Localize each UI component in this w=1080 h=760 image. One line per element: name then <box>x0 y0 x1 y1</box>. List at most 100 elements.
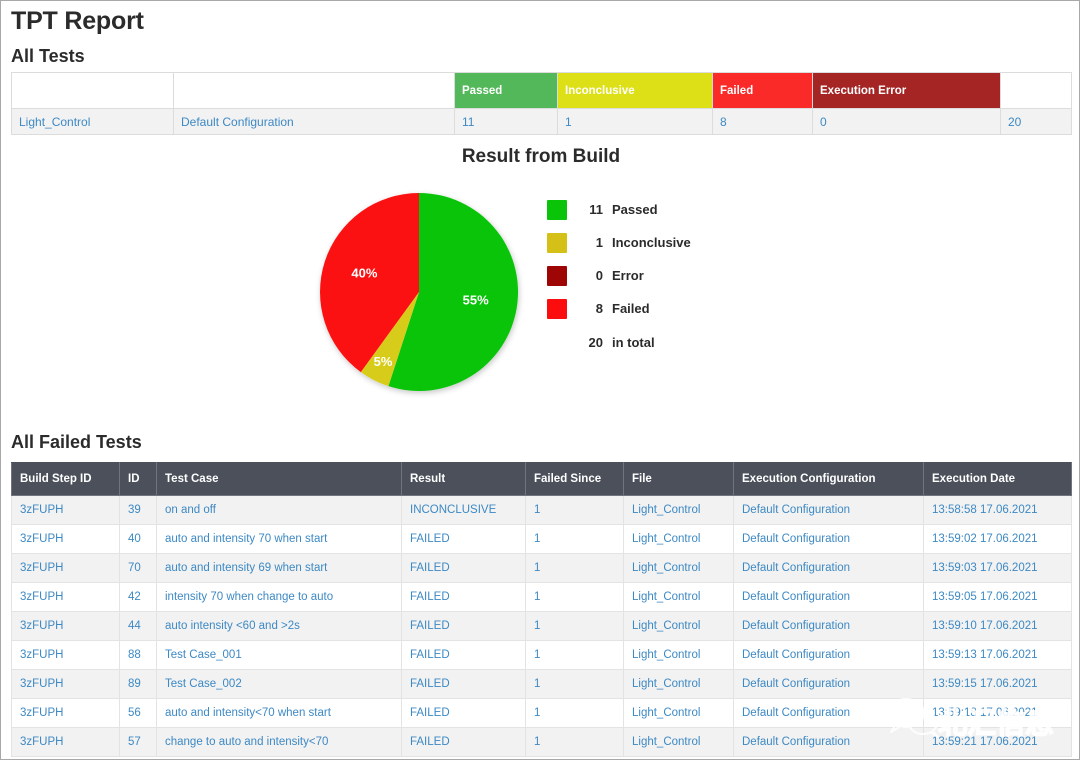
cell-result[interactable]: FAILED <box>401 553 526 583</box>
summary-cell-inconclusive[interactable]: 1 <box>557 108 713 135</box>
cell-failed-since[interactable]: 1 <box>525 553 624 583</box>
cell-build-step-id[interactable]: 3zFUPH <box>11 669 120 699</box>
summary-cell-execution-error[interactable]: 0 <box>812 108 1001 135</box>
cell-failed-since[interactable]: 1 <box>525 669 624 699</box>
cell-test-case[interactable]: Test Case_002 <box>156 669 402 699</box>
table-row: Light_Control Default Configuration 11 1… <box>11 108 1072 135</box>
cell-test-case[interactable]: change to auto and intensity<70 <box>156 727 402 757</box>
cell-failed-since[interactable]: 1 <box>525 640 624 670</box>
cell-id[interactable]: 89 <box>119 669 157 699</box>
cell-execution-configuration[interactable]: Default Configuration <box>733 553 924 583</box>
chart-title: Result from Build <box>461 146 621 167</box>
cell-execution-date[interactable]: 13:59:02 17.06.2021 <box>923 524 1072 554</box>
summary-header-inconclusive: Inconclusive <box>557 72 713 109</box>
failed-header-execution-configuration[interactable]: Execution Configuration <box>733 462 924 496</box>
cell-id[interactable]: 40 <box>119 524 157 554</box>
cell-result[interactable]: INCONCLUSIVE <box>401 495 526 525</box>
failed-header-failed-since[interactable]: Failed Since <box>525 462 624 496</box>
cell-execution-date[interactable]: 13:59:10 17.06.2021 <box>923 611 1072 641</box>
cell-result[interactable]: FAILED <box>401 524 526 554</box>
cell-failed-since[interactable]: 1 <box>525 727 624 757</box>
cell-execution-configuration[interactable]: Default Configuration <box>733 727 924 757</box>
cell-execution-configuration[interactable]: Default Configuration <box>733 524 924 554</box>
cell-build-step-id[interactable]: 3zFUPH <box>11 553 120 583</box>
cell-id[interactable]: 42 <box>119 582 157 612</box>
cell-build-step-id[interactable]: 3zFUPH <box>11 524 120 554</box>
cell-build-step-id[interactable]: 3zFUPH <box>11 495 120 525</box>
summary-cell-configuration[interactable]: Default Configuration <box>173 108 455 135</box>
cell-build-step-id[interactable]: 3zFUPH <box>11 640 120 670</box>
legend-item-failed: 8 Failed <box>547 292 807 325</box>
summary-cell-failed[interactable]: 8 <box>712 108 813 135</box>
failed-header-id[interactable]: ID <box>119 462 157 496</box>
cell-file[interactable]: Light_Control <box>623 669 734 699</box>
cell-test-case[interactable]: auto and intensity<70 when start <box>156 698 402 728</box>
summary-header-total <box>1000 72 1072 109</box>
cell-build-step-id[interactable]: 3zFUPH <box>11 698 120 728</box>
cell-execution-configuration[interactable]: Default Configuration <box>733 611 924 641</box>
cell-id[interactable]: 56 <box>119 698 157 728</box>
cell-failed-since[interactable]: 1 <box>525 582 624 612</box>
cell-id[interactable]: 39 <box>119 495 157 525</box>
cell-result[interactable]: FAILED <box>401 698 526 728</box>
cell-execution-configuration[interactable]: Default Configuration <box>733 582 924 612</box>
cell-file[interactable]: Light_Control <box>623 553 734 583</box>
cell-result[interactable]: FAILED <box>401 640 526 670</box>
failed-header-test-case[interactable]: Test Case <box>156 462 402 496</box>
cell-test-case[interactable]: auto and intensity 69 when start <box>156 553 402 583</box>
cell-failed-since[interactable]: 1 <box>525 611 624 641</box>
cell-execution-date[interactable]: 13:59:03 17.06.2021 <box>923 553 1072 583</box>
cell-test-case[interactable]: Test Case_001 <box>156 640 402 670</box>
failed-header-row: Build Step ID ID Test Case Result Failed… <box>11 462 1072 496</box>
cell-execution-configuration[interactable]: Default Configuration <box>733 495 924 525</box>
all-tests-heading: All Tests <box>11 46 85 66</box>
cell-execution-date[interactable]: 13:59:13 17.06.2021 <box>923 640 1072 670</box>
table-row: 3zFUPH 39 on and off INCONCLUSIVE 1 Light_Con… <box>11 495 1072 525</box>
failed-header-execution-date[interactable]: Execution Date <box>923 462 1072 496</box>
cell-result[interactable]: FAILED <box>401 727 526 757</box>
legend-swatch-error <box>547 265 567 286</box>
cell-file[interactable]: Light_Control <box>623 698 734 728</box>
cell-id[interactable]: 88 <box>119 640 157 670</box>
cell-execution-date[interactable]: 13:59:15 17.06.2021 <box>923 669 1072 699</box>
cell-file[interactable]: Light_Control <box>623 495 734 525</box>
failed-header-file[interactable]: File <box>623 462 734 496</box>
cell-id[interactable]: 70 <box>119 553 157 583</box>
cell-test-case[interactable]: intensity 70 when change to auto <box>156 582 402 612</box>
cell-file[interactable]: Light_Control <box>623 611 734 641</box>
failed-header-result[interactable]: Result <box>401 462 526 496</box>
cell-execution-configuration[interactable]: Default Configuration <box>733 640 924 670</box>
cell-id[interactable]: 57 <box>119 727 157 757</box>
cell-result[interactable]: FAILED <box>401 611 526 641</box>
cell-file[interactable]: Light_Control <box>623 524 734 554</box>
cell-failed-since[interactable]: 1 <box>525 698 624 728</box>
cell-execution-date[interactable]: 13:59:18 17.06.2021 <box>923 698 1072 728</box>
cell-result[interactable]: FAILED <box>401 582 526 612</box>
cell-file[interactable]: Light_Control <box>623 582 734 612</box>
failed-header-build-step-id[interactable]: Build Step ID <box>11 462 120 496</box>
cell-execution-date[interactable]: 13:58:58 17.06.2021 <box>923 495 1072 525</box>
summary-cell-total[interactable]: 20 <box>1000 108 1072 135</box>
cell-build-step-id[interactable]: 3zFUPH <box>11 582 120 612</box>
summary-cell-passed[interactable]: 11 <box>454 108 558 135</box>
cell-build-step-id[interactable]: 3zFUPH <box>11 611 120 641</box>
legend-swatch-passed <box>547 199 567 220</box>
cell-execution-configuration[interactable]: Default Configuration <box>733 698 924 728</box>
cell-test-case[interactable]: auto intensity <60 and >2s <box>156 611 402 641</box>
legend-label-inconclusive: Inconclusive <box>612 235 691 250</box>
cell-execution-date[interactable]: 13:59:05 17.06.2021 <box>923 582 1072 612</box>
cell-build-step-id[interactable]: 3zFUPH <box>11 727 120 757</box>
cell-execution-date[interactable]: 13:59:21 17.06.2021 <box>923 727 1072 757</box>
cell-file[interactable]: Light_Control <box>623 727 734 757</box>
summary-cell-name[interactable]: Light_Control <box>11 108 174 135</box>
cell-test-case[interactable]: on and off <box>156 495 402 525</box>
cell-execution-configuration[interactable]: Default Configuration <box>733 669 924 699</box>
cell-failed-since[interactable]: 1 <box>525 524 624 554</box>
cell-result[interactable]: FAILED <box>401 669 526 699</box>
pie-label-passed: 55% <box>463 292 489 307</box>
table-row: 3zFUPH 56 auto and intensity<70 when start… <box>11 698 1072 728</box>
cell-test-case[interactable]: auto and intensity 70 when start <box>156 524 402 554</box>
cell-id[interactable]: 44 <box>119 611 157 641</box>
cell-file[interactable]: Light_Control <box>623 640 734 670</box>
cell-failed-since[interactable]: 1 <box>525 495 624 525</box>
